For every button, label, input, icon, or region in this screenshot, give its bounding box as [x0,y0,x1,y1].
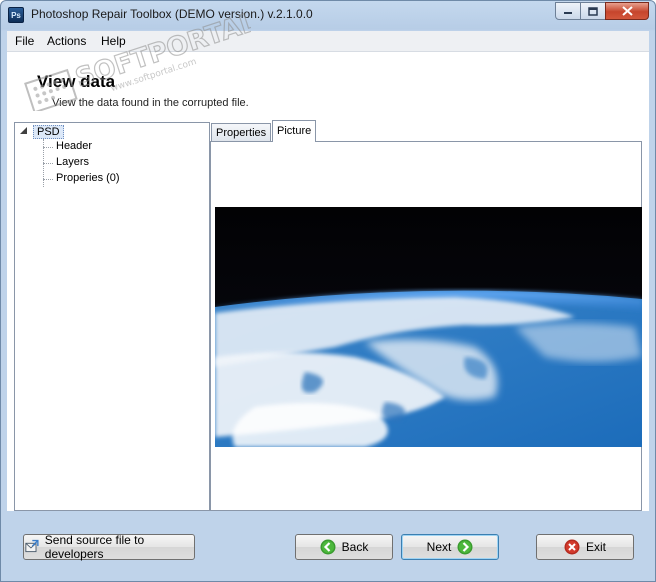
send-file-icon [25,539,39,553]
app-window: Ps Photoshop Repair Toolbox (DEMO versio… [0,0,656,582]
exit-button[interactable]: Exit [536,534,634,560]
back-button[interactable]: Back [295,534,393,560]
next-button[interactable]: Next [401,534,499,560]
exit-icon [564,539,580,555]
content-panel: View data View the data found in the cor… [7,52,649,511]
picture-preview [215,207,642,447]
back-arrow-icon [320,539,336,555]
app-icon[interactable]: Ps [8,7,24,23]
exit-button-label: Exit [585,540,606,554]
data-tree[interactable]: PSD Header Layers Properies (0) [14,122,210,511]
tab-panel-picture [210,141,642,511]
minimize-icon [564,12,572,14]
next-arrow-icon [457,539,473,555]
tree-item-properties[interactable]: Properies (0) [56,172,120,184]
tab-picture[interactable]: Picture [272,120,317,142]
tree-item-layers[interactable]: Layers [56,156,89,168]
caption-buttons [555,2,649,20]
tree-item-psd[interactable]: PSD [33,125,64,139]
tree-connector [43,179,53,180]
tab-properties[interactable]: Properties [211,123,272,141]
menu-bar: File Actions Help [7,31,649,52]
tree-connector [43,163,53,164]
window-title: Photoshop Repair Toolbox (DEMO version.)… [31,7,313,21]
page-title: View data [37,72,116,91]
minimize-button[interactable] [555,2,581,20]
tree-connector [43,147,53,148]
tree-expander-icon[interactable] [20,127,28,135]
title-bar[interactable]: Ps Photoshop Repair Toolbox (DEMO versio… [1,1,655,29]
back-button-label: Back [341,540,369,554]
maximize-button[interactable] [580,2,606,20]
menu-file[interactable]: File [15,34,34,48]
page-subtitle: View the data found in the corrupted fil… [52,97,249,109]
send-source-file-button[interactable]: Send source file to developers [23,533,195,561]
menu-help[interactable]: Help [101,34,126,48]
maximize-icon [588,6,598,16]
close-icon [621,6,633,16]
close-button[interactable] [605,2,649,20]
next-button-label: Next [426,540,452,554]
send-source-file-label: Send source file to developers [44,533,145,561]
menu-actions[interactable]: Actions [47,34,86,48]
tree-item-header[interactable]: Header [56,140,92,152]
